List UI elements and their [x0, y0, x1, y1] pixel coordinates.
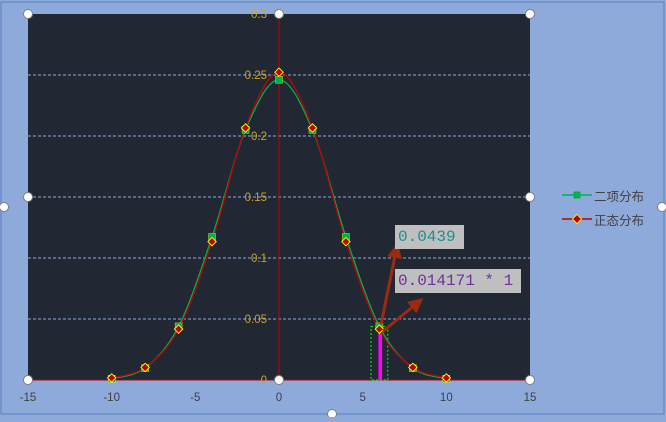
x-axis-ticks: -15 -10 -5 0 5 10 15 [20, 392, 537, 404]
x-tick-label: -15 [20, 392, 37, 404]
resize-handle[interactable] [24, 376, 33, 385]
resize-handle[interactable] [526, 376, 535, 385]
y-tick-label: 0 [261, 375, 267, 387]
legend-label-normal: 正态分布 [594, 210, 644, 229]
annotation-text: 0.014171 * 1 [398, 272, 513, 290]
legend: 二项分布 正态分布 [562, 183, 644, 231]
y-tick-label: 0.2 [251, 131, 267, 143]
resize-handle[interactable] [24, 193, 33, 202]
legend-item-binomial: 二项分布 [562, 183, 644, 207]
resize-handle[interactable] [328, 410, 337, 418]
resize-handle[interactable] [275, 376, 284, 385]
y-tick-label: 0.25 [245, 70, 267, 82]
resize-handle[interactable] [526, 193, 535, 202]
resize-handle[interactable] [658, 203, 666, 212]
x-tick-label: 0 [276, 392, 282, 404]
x-tick-label: 10 [440, 392, 453, 404]
annotation-label-value: 0.0439 [395, 225, 464, 249]
annotation-text: 0.0439 [398, 228, 456, 246]
legend-item-normal: 正态分布 [562, 207, 644, 231]
resize-handle[interactable] [526, 10, 535, 19]
annotation-label-formula: 0.014171 * 1 [395, 269, 521, 293]
resize-handle[interactable] [24, 10, 33, 19]
y-tick-label: 0.1 [251, 253, 267, 265]
y-tick-label: 0.05 [245, 314, 267, 326]
x-tick-label: -5 [190, 392, 200, 404]
x-tick-label: 5 [359, 392, 365, 404]
legend-swatch-normal [562, 213, 592, 225]
y-tick-label: 0.15 [245, 192, 267, 204]
resize-handle[interactable] [275, 10, 284, 19]
x-tick-label: -10 [103, 392, 120, 404]
legend-label-binomial: 二项分布 [594, 186, 644, 205]
data-point-binomial [276, 76, 283, 83]
resize-handle[interactable] [0, 203, 9, 212]
y-tick-label: 0.3 [251, 9, 267, 21]
chart-window: 0 0.05 0.1 0.15 0.2 0.25 0.3 -15 -10 -5 0 5 10 15 0.… [0, 0, 666, 417]
legend-swatch-binomial [562, 189, 592, 201]
x-tick-label: 15 [524, 392, 537, 404]
highlight-bar [378, 331, 382, 380]
